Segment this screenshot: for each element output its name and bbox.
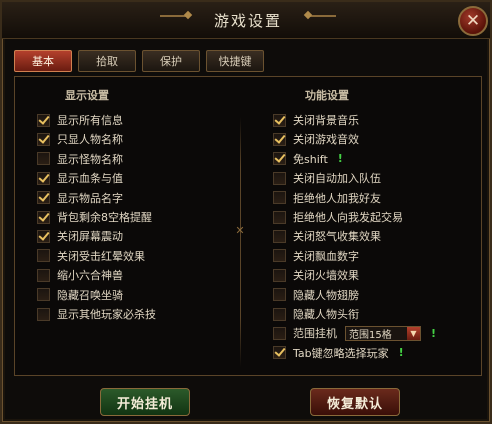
info-icon[interactable]: ! bbox=[399, 346, 404, 359]
option-label: 关闭怒气收集效果 bbox=[293, 230, 381, 244]
checkbox[interactable] bbox=[273, 152, 286, 166]
option-label: 缩小六合神兽 bbox=[57, 269, 123, 283]
divider-ornament-icon: ✕ bbox=[235, 224, 245, 237]
settings-panel: 显示设置 功能设置 显示所有信息 只显人物名称 显示怪物名称 显示血条与值 显示物品名字… bbox=[14, 76, 482, 376]
close-icon: ✕ bbox=[465, 11, 481, 31]
checkbox[interactable] bbox=[273, 249, 286, 263]
checkbox[interactable] bbox=[37, 210, 50, 224]
option-row[interactable]: 关闭背景音乐 bbox=[273, 111, 359, 129]
option-label: 关闭屏幕震动 bbox=[57, 230, 123, 244]
checkbox[interactable] bbox=[37, 229, 50, 243]
option-label: 关闭自动加入队伍 bbox=[293, 172, 381, 186]
option-row[interactable]: 关闭屏幕震动 bbox=[37, 227, 123, 245]
window-title: 游戏设置 bbox=[213, 11, 282, 30]
option-row[interactable]: 拒绝他人向我发起交易 bbox=[273, 208, 403, 226]
checkbox[interactable] bbox=[273, 346, 286, 360]
option-row[interactable]: 免shift! bbox=[273, 150, 343, 168]
close-button[interactable]: ✕ bbox=[458, 6, 488, 36]
option-row[interactable]: 背包剩余8空格提醒 bbox=[37, 208, 152, 226]
checkbox[interactable] bbox=[273, 113, 286, 127]
option-label: 显示怪物名称 bbox=[57, 152, 123, 166]
checkbox[interactable] bbox=[273, 210, 286, 224]
checkbox[interactable] bbox=[273, 171, 286, 185]
checkbox[interactable] bbox=[273, 307, 286, 321]
option-row[interactable]: 隐藏召唤坐骑 bbox=[37, 286, 123, 304]
checkbox[interactable] bbox=[37, 268, 50, 282]
column-divider bbox=[240, 117, 241, 367]
checkbox[interactable] bbox=[273, 191, 286, 205]
checkbox[interactable] bbox=[273, 326, 286, 340]
option-label: 隐藏人物翅膀 bbox=[293, 288, 359, 302]
option-row[interactable]: 范围挂机 范围15格 ▼! bbox=[273, 324, 436, 342]
settings-window: 游戏设置 ✕ 基本 拾取 保护 快捷键 显示设置 功能设置 显示所有信息 只显人物… bbox=[0, 0, 492, 424]
option-row[interactable]: 关闭飘血数字 bbox=[273, 247, 359, 265]
display-settings-title: 显示设置 bbox=[65, 89, 109, 102]
option-label: 显示物品名字 bbox=[57, 191, 123, 205]
option-row[interactable]: 关闭游戏音效 bbox=[273, 130, 359, 148]
start-auto-button[interactable]: 开始挂机 bbox=[100, 388, 190, 416]
option-label: 范围挂机 bbox=[293, 327, 337, 341]
option-row[interactable]: 显示其他玩家必杀技 bbox=[37, 305, 156, 323]
option-label: 关闭游戏音效 bbox=[293, 133, 359, 147]
option-row[interactable]: 关闭受击红晕效果 bbox=[37, 247, 145, 265]
checkbox[interactable] bbox=[37, 152, 50, 166]
option-row[interactable]: 关闭火墙效果 bbox=[273, 266, 359, 284]
option-label: 关闭火墙效果 bbox=[293, 269, 359, 283]
option-row[interactable]: Tab键忽略选择玩家! bbox=[273, 344, 404, 362]
option-label: 拒绝他人向我发起交易 bbox=[293, 211, 403, 224]
checkbox[interactable] bbox=[273, 268, 286, 282]
option-row[interactable]: 显示怪物名称 bbox=[37, 150, 123, 168]
option-row[interactable]: 隐藏人物头衔 bbox=[273, 305, 359, 323]
option-row[interactable]: 缩小六合神兽 bbox=[37, 266, 123, 284]
range-select-value: 范围15格 bbox=[349, 329, 392, 341]
chevron-down-icon[interactable]: ▼ bbox=[407, 326, 420, 340]
checkbox[interactable] bbox=[37, 132, 50, 146]
checkbox[interactable] bbox=[37, 249, 50, 263]
option-row[interactable]: 显示血条与值 bbox=[37, 169, 123, 187]
function-settings-title: 功能设置 bbox=[305, 89, 349, 102]
option-label: 隐藏人物头衔 bbox=[293, 308, 359, 321]
restore-defaults-button[interactable]: 恢复默认 bbox=[310, 388, 400, 416]
checkbox[interactable] bbox=[273, 288, 286, 302]
option-label: 拒绝他人加我好友 bbox=[293, 191, 381, 205]
checkbox[interactable] bbox=[37, 191, 50, 205]
option-label: 关闭背景音乐 bbox=[293, 114, 359, 127]
checkbox[interactable] bbox=[37, 288, 50, 302]
option-row[interactable]: 显示所有信息 bbox=[37, 111, 123, 129]
option-row[interactable]: 关闭自动加入队伍 bbox=[273, 169, 381, 187]
option-row[interactable]: 隐藏人物翅膀 bbox=[273, 286, 359, 304]
option-label: 免shift bbox=[293, 152, 328, 166]
checkbox[interactable] bbox=[37, 171, 50, 185]
option-row[interactable]: 拒绝他人加我好友 bbox=[273, 189, 381, 207]
option-label: 只显人物名称 bbox=[57, 133, 123, 147]
tab-hotkeys[interactable]: 快捷键 bbox=[206, 50, 264, 72]
title-ornament-right bbox=[308, 15, 336, 17]
info-icon[interactable]: ! bbox=[431, 327, 436, 340]
checkbox[interactable] bbox=[273, 229, 286, 243]
option-row[interactable]: 关闭怒气收集效果 bbox=[273, 227, 381, 245]
option-label: 背包剩余8空格提醒 bbox=[57, 211, 152, 224]
option-label: 关闭飘血数字 bbox=[293, 249, 359, 263]
option-label: 显示所有信息 bbox=[57, 114, 123, 127]
tab-basic[interactable]: 基本 bbox=[14, 50, 72, 72]
option-row[interactable]: 只显人物名称 bbox=[37, 130, 123, 148]
title-bar[interactable]: 游戏设置 ✕ bbox=[2, 2, 490, 39]
checkbox[interactable] bbox=[37, 307, 50, 321]
checkbox[interactable] bbox=[273, 132, 286, 146]
option-label: 关闭受击红晕效果 bbox=[57, 249, 145, 263]
tab-pickup[interactable]: 拾取 bbox=[78, 50, 136, 72]
info-icon[interactable]: ! bbox=[338, 152, 343, 165]
option-label: 显示其他玩家必杀技 bbox=[57, 308, 156, 321]
option-label: 显示血条与值 bbox=[57, 172, 123, 186]
checkbox[interactable] bbox=[37, 113, 50, 127]
range-select[interactable]: 范围15格 ▼ bbox=[345, 325, 421, 341]
option-label: Tab键忽略选择玩家 bbox=[293, 346, 389, 360]
option-row[interactable]: 显示物品名字 bbox=[37, 189, 123, 207]
tab-protect[interactable]: 保护 bbox=[142, 50, 200, 72]
option-label: 隐藏召唤坐骑 bbox=[57, 288, 123, 302]
title-plate: 游戏设置 bbox=[152, 6, 344, 34]
